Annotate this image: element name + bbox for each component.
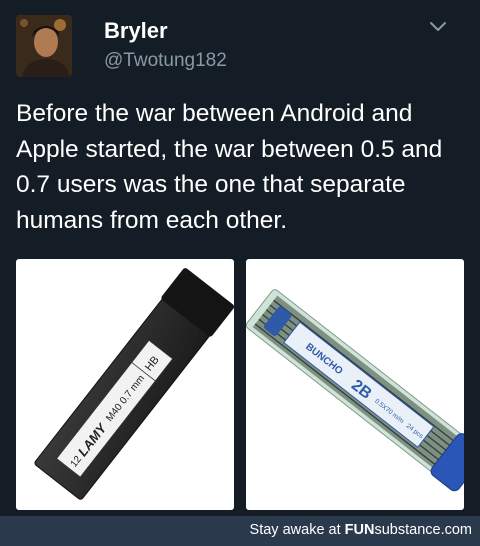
tweet-photo-lamy[interactable]: 12 LAMY M40 0.7 mm HB bbox=[16, 259, 234, 510]
watermark-suffix: .com bbox=[440, 522, 472, 538]
watermark-brand-rest: substance bbox=[374, 522, 441, 538]
user-handle[interactable]: @Twotung182 bbox=[104, 50, 227, 72]
watermark-brand-bold: FUN bbox=[344, 522, 375, 538]
avatar-photo bbox=[16, 15, 72, 77]
tweet-photo-buncho[interactable]: BUNCHO 2B 0.5X70 m/m 24 pcs bbox=[246, 259, 464, 510]
chevron-down-icon[interactable] bbox=[428, 20, 448, 34]
lamy-lead-tube-image: 12 LAMY M40 0.7 mm HB bbox=[34, 268, 234, 500]
avatar[interactable] bbox=[16, 15, 72, 77]
watermark-prefix: Stay awake at bbox=[249, 522, 345, 538]
tweet-text: Before the war between Android and Apple… bbox=[16, 100, 443, 234]
display-name[interactable]: Bryler bbox=[104, 18, 168, 44]
buncho-lead-tube-image: BUNCHO 2B 0.5X70 m/m 24 pcs bbox=[246, 289, 464, 492]
watermark-bar: Stay awake at FUNsubstance.com bbox=[0, 516, 480, 546]
watermark-text: Stay awake at FUNsubstance.com bbox=[250, 522, 472, 538]
